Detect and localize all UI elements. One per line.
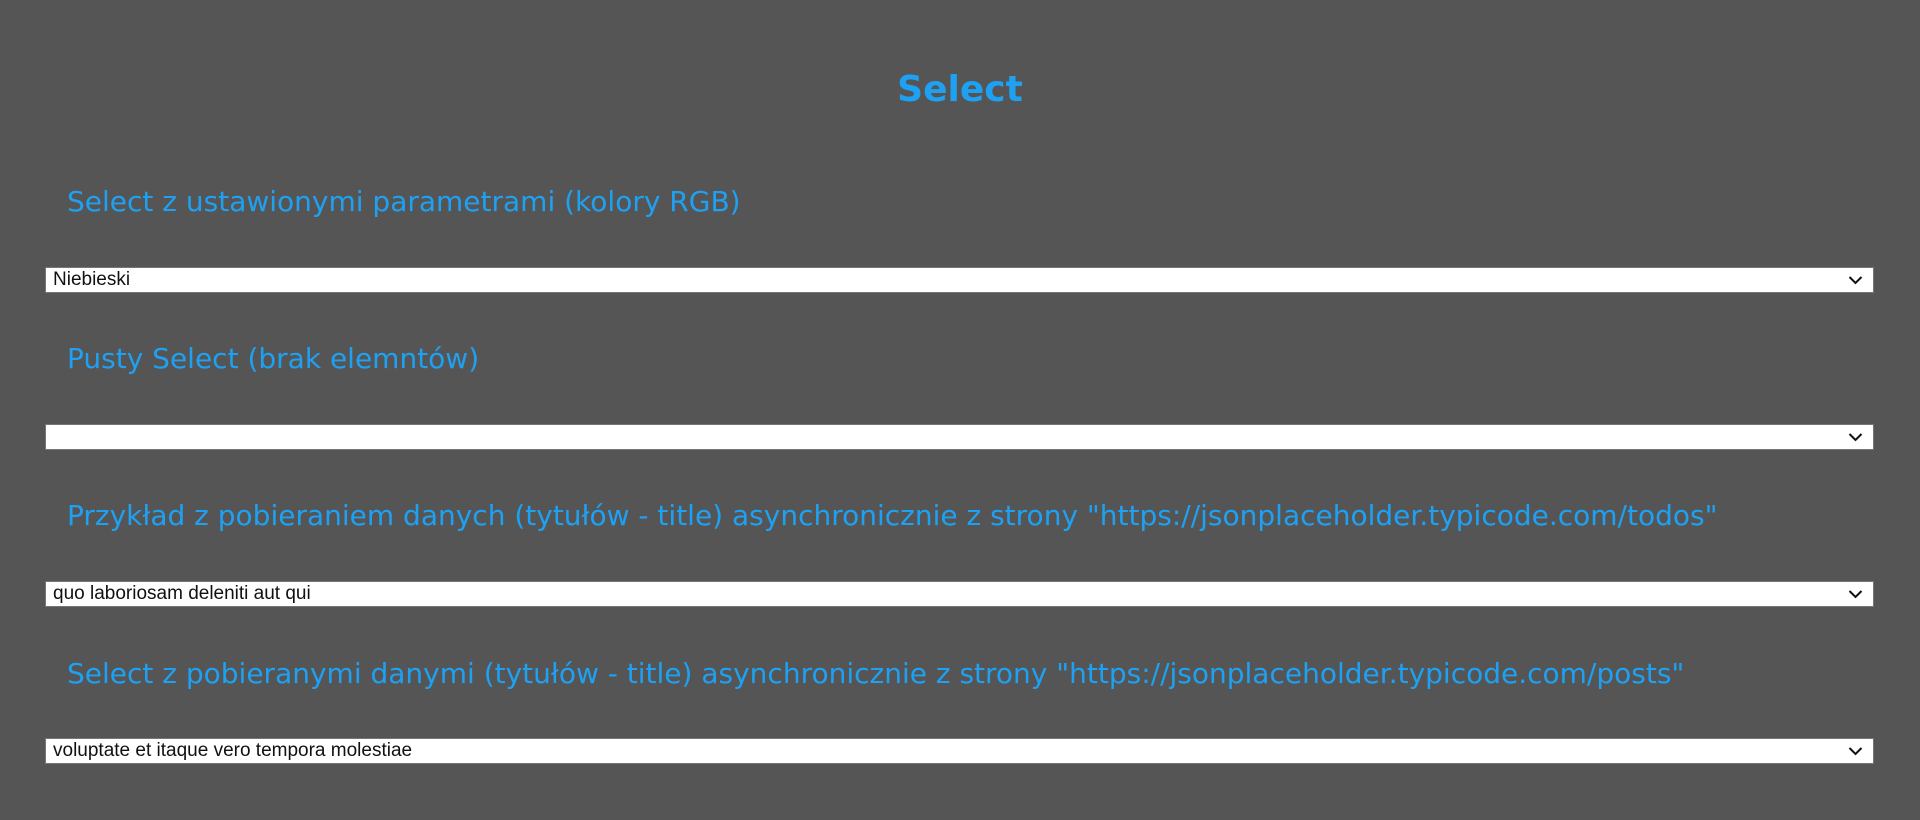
section-heading-todos-fetch: Przykład z pobieraniem danych (tytułów -… — [67, 499, 1718, 532]
chevron-down-icon — [1848, 276, 1863, 285]
section-heading-posts-fetch: Select z pobieranymi danymi (tytułów - t… — [67, 657, 1685, 690]
select-rgb-colors[interactable]: Niebieski — [45, 267, 1874, 293]
chevron-down-icon — [1848, 747, 1863, 756]
section-heading-rgb-colors: Select z ustawionymi parametrami (kolory… — [67, 185, 741, 218]
select-rgb-colors-value: Niebieski — [53, 269, 131, 290]
page-title: Select — [897, 69, 1023, 110]
select-todos-value: quo laboriosam deleniti aut qui — [53, 583, 311, 604]
select-todos[interactable]: quo laboriosam deleniti aut qui — [45, 581, 1874, 607]
section-heading-empty-select: Pusty Select (brak elemntów) — [67, 342, 480, 375]
chevron-down-icon — [1848, 590, 1863, 599]
select-posts-value: voluptate et itaque vero tempora molesti… — [53, 740, 413, 761]
select-posts[interactable]: voluptate et itaque vero tempora molesti… — [45, 738, 1874, 764]
chevron-down-icon — [1848, 433, 1863, 442]
select-empty[interactable] — [45, 424, 1874, 450]
